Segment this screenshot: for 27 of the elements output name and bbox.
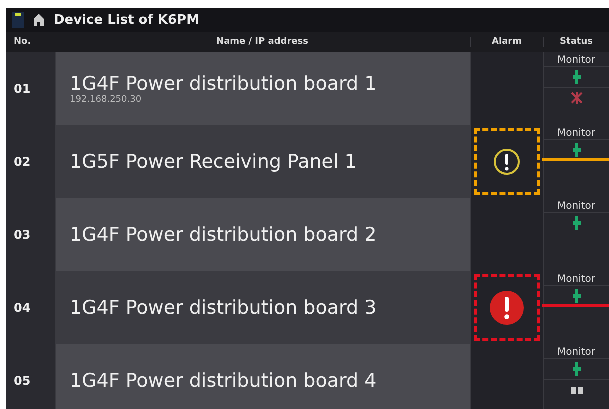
device-name: 1G4F Power distribution board 2 <box>70 224 377 246</box>
device-name: 1G4F Power distribution board 4 <box>70 370 377 392</box>
status-label: Monitor <box>557 347 596 358</box>
device-name: 1G4F Power distribution board 3 <box>70 296 377 318</box>
ip-address: 192.168.250.30 <box>70 94 142 104</box>
column-header: Status <box>543 37 609 47</box>
error-icon <box>489 290 525 326</box>
row-number: 05 <box>14 374 31 388</box>
row-number: 02 <box>14 154 31 168</box>
status-label: Monitor <box>557 128 596 139</box>
device-name: 1G4F Power distribution board 1 <box>70 72 377 94</box>
warning-icon <box>493 148 521 176</box>
column-header: No. <box>13 37 32 47</box>
row-number: 03 <box>14 228 31 242</box>
status-label: Monitor <box>557 55 596 66</box>
row-number: 04 <box>14 300 31 314</box>
status-label: Monitor <box>557 274 596 285</box>
home-icon[interactable] <box>34 14 44 26</box>
column-header: Name / IP address <box>216 37 310 47</box>
row-number: 01 <box>14 82 31 96</box>
device-name: 1G5F Power Receiving Panel 1 <box>70 150 357 172</box>
column-header: Alarm <box>470 37 543 47</box>
app-icon <box>12 12 24 28</box>
status-label: Monitor <box>557 201 596 212</box>
callout-line <box>542 158 609 161</box>
window-title: Device List of K6PM <box>54 12 200 28</box>
callout-line <box>542 304 609 307</box>
